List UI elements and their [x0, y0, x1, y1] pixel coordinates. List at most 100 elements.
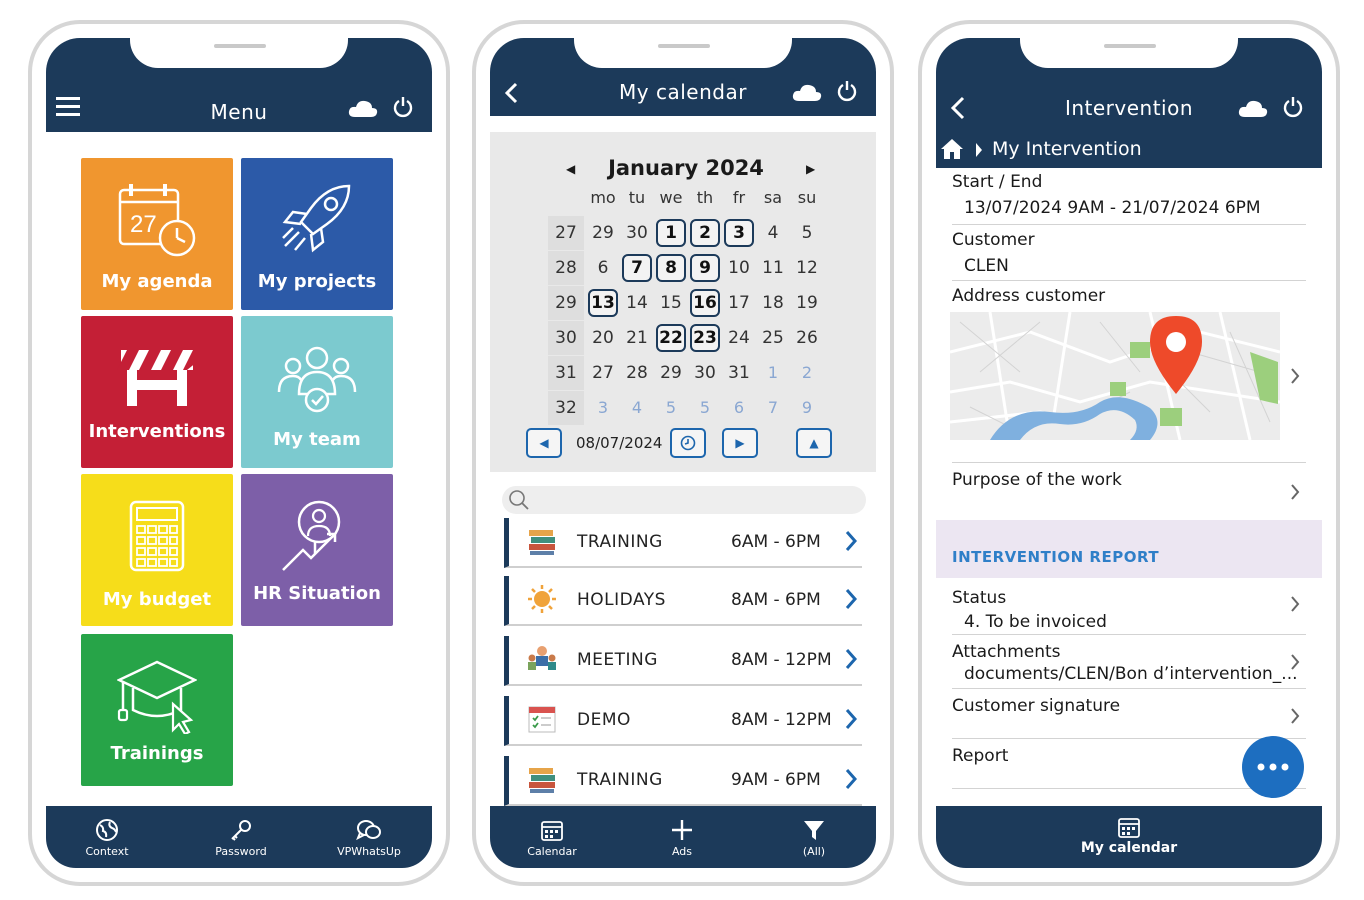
signature-label[interactable]: Customer signature [952, 696, 1120, 716]
calendar-day[interactable]: 9 [792, 394, 822, 422]
report-label[interactable]: Report [952, 746, 1008, 766]
weekday-header: mo [590, 188, 616, 207]
calendar-day[interactable]: 4 [758, 219, 788, 247]
more-actions-button[interactable] [1242, 736, 1304, 798]
tile-my-team[interactable]: My team [241, 316, 393, 468]
chevron-right-icon[interactable] [1290, 368, 1300, 384]
calendar-day-with-event[interactable]: 7 [622, 254, 652, 282]
calendar-day[interactable]: 26 [792, 324, 822, 352]
tile-hr-situation[interactable]: HR Situation [241, 474, 393, 626]
calendar-day[interactable]: 17 [724, 289, 754, 317]
cloud-icon[interactable] [792, 82, 822, 102]
menu-screen: Menu 27 My agenda My projects Interventi… [46, 38, 432, 868]
status-label[interactable]: Status [952, 588, 1006, 608]
power-icon[interactable] [836, 80, 858, 102]
attachments-label[interactable]: Attachments [952, 642, 1061, 662]
power-icon[interactable] [392, 96, 414, 118]
calendar-day[interactable]: 5 [792, 219, 822, 247]
cloud-icon[interactable] [1238, 98, 1268, 118]
calendar-day[interactable]: 7 [758, 394, 788, 422]
calendar-day[interactable]: 30 [622, 219, 652, 247]
purpose-label[interactable]: Purpose of the work [952, 470, 1122, 490]
calendar-day[interactable]: 3 [588, 394, 618, 422]
chevron-right-icon[interactable] [1290, 654, 1300, 670]
nav-context[interactable]: Context [76, 806, 138, 868]
weekday-header: fr [732, 188, 746, 207]
tile-trainings[interactable]: Trainings [81, 634, 233, 786]
calendar-day-with-event[interactable]: 16 [690, 289, 720, 317]
calendar-phone: My calendar ◀ January 2024 ▶ mo tu we th fr s… [472, 20, 894, 886]
calendar-day[interactable]: 6 [724, 394, 754, 422]
event-row[interactable]: DEMO 8AM - 12PM [504, 696, 862, 746]
speaker-slot [658, 44, 710, 48]
customer-map[interactable] [950, 312, 1280, 440]
nav-vpwhatsup[interactable]: VPWhatsUp [332, 806, 406, 868]
books-icon [529, 530, 555, 555]
calendar-day[interactable]: 11 [758, 254, 788, 282]
calendar-day[interactable]: 12 [792, 254, 822, 282]
event-row[interactable]: TRAINING 9AM - 6PM [504, 756, 862, 806]
calendar-day-with-event[interactable]: 8 [656, 254, 686, 282]
chevron-right-icon[interactable] [1290, 596, 1300, 612]
nav-calendar[interactable]: Calendar [520, 806, 584, 868]
calendar-day[interactable]: 15 [656, 289, 686, 317]
prev-month-arrow[interactable]: ◀ [566, 162, 575, 176]
calendar-day[interactable]: 27 [588, 359, 618, 387]
calendar-day[interactable]: 10 [724, 254, 754, 282]
calendar-day[interactable]: 24 [724, 324, 754, 352]
nav-ads[interactable]: Ads [660, 806, 704, 868]
breadcrumb-current: My Intervention [992, 138, 1142, 160]
tile-label: Interventions [88, 421, 226, 442]
event-row[interactable]: HOLIDAYS 8AM - 6PM [504, 576, 862, 626]
calendar-day[interactable]: 5 [690, 394, 720, 422]
collapse-calendar-button[interactable]: ▲ [796, 428, 832, 458]
next-month-arrow[interactable]: ▶ [806, 162, 815, 176]
tile-my-agenda[interactable]: 27 My agenda [81, 158, 233, 310]
calendar-day-with-event[interactable]: 2 [690, 219, 720, 247]
calendar-day[interactable]: 29 [588, 219, 618, 247]
tile-interventions[interactable]: Interventions [81, 316, 233, 468]
nav-my-calendar[interactable]: My calendar [1074, 806, 1184, 868]
calendar-day[interactable]: 21 [622, 324, 652, 352]
weekday-header: th [696, 188, 714, 207]
tile-my-projects[interactable]: My projects [241, 158, 393, 310]
calendar-day-with-event[interactable]: 9 [690, 254, 720, 282]
calendar-day-with-event[interactable]: 13 [588, 289, 618, 317]
cloud-icon[interactable] [348, 98, 378, 118]
calendar-day-with-event[interactable]: 3 [724, 219, 754, 247]
calendar-day[interactable]: 25 [758, 324, 788, 352]
home-icon[interactable] [940, 138, 964, 160]
calendar-day-with-event[interactable]: 1 [656, 219, 686, 247]
next-day-button[interactable]: ▶ [722, 428, 758, 458]
calendar-day[interactable]: 18 [758, 289, 788, 317]
tile-my-budget[interactable]: My budget [81, 474, 233, 626]
power-icon[interactable] [1282, 96, 1304, 118]
calendar-day[interactable]: 2 [792, 359, 822, 387]
event-time: 8AM - 6PM [731, 590, 821, 610]
chevron-right-icon[interactable] [1290, 708, 1300, 724]
calendar-day[interactable]: 20 [588, 324, 618, 352]
search-input[interactable] [502, 486, 866, 514]
nav-filter-all[interactable]: (All) [792, 806, 836, 868]
today-button[interactable] [670, 428, 706, 458]
calendar-day[interactable]: 5 [656, 394, 686, 422]
calendar-day-with-event[interactable]: 22 [656, 324, 686, 352]
event-row[interactable]: MEETING 8AM - 12PM [504, 636, 862, 686]
nav-password[interactable]: Password [206, 806, 276, 868]
calendar-day[interactable]: 19 [792, 289, 822, 317]
books-icon [529, 768, 555, 793]
prev-day-button[interactable]: ◀ [526, 428, 562, 458]
event-row[interactable]: TRAINING 6AM - 6PM [504, 518, 862, 568]
calendar-day[interactable]: 1 [758, 359, 788, 387]
calendar-day[interactable]: 4 [622, 394, 652, 422]
calendar-day[interactable]: 29 [656, 359, 686, 387]
calendar-day[interactable]: 30 [690, 359, 720, 387]
chevron-right-icon[interactable] [1290, 484, 1300, 500]
divider [952, 224, 1306, 225]
calendar-day[interactable]: 14 [622, 289, 652, 317]
calendar-day[interactable]: 28 [622, 359, 652, 387]
calendar-clock-icon: 27 [118, 184, 196, 257]
calendar-day[interactable]: 6 [588, 254, 618, 282]
calendar-day-with-event[interactable]: 23 [690, 324, 720, 352]
calendar-day[interactable]: 31 [724, 359, 754, 387]
